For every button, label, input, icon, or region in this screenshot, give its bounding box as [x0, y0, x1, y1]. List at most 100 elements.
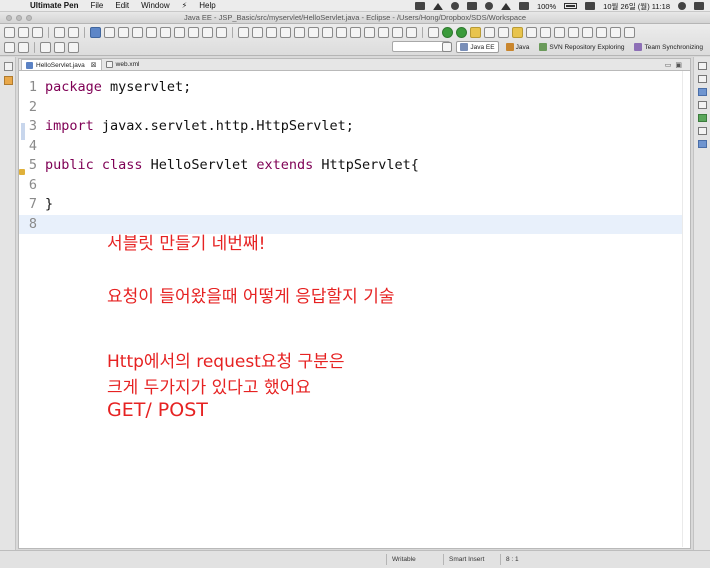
step-over-icon[interactable]: [188, 26, 199, 38]
minimize-maximize-icon[interactable]: ▭▣: [665, 61, 686, 69]
wrap-icon[interactable]: [146, 26, 157, 38]
drop-frame-icon[interactable]: [202, 26, 213, 38]
volume-icon[interactable]: [518, 2, 529, 10]
java-icon: [505, 43, 514, 51]
code-editor[interactable]: 1 package myservlet; 2 3 import javax.serv…: [19, 71, 690, 547]
web-browser-icon[interactable]: [624, 26, 635, 38]
task-list-icon[interactable]: [698, 88, 707, 96]
annotation-icon[interactable]: [554, 26, 565, 38]
run-icon[interactable]: [442, 26, 453, 38]
nav-back-icon[interactable]: [582, 26, 593, 38]
app-menu[interactable]: Ultimate Pen: [30, 1, 78, 10]
flag-icon[interactable]: [585, 2, 596, 10]
new-icon[interactable]: [4, 26, 15, 38]
quick-access-input[interactable]: [392, 41, 450, 52]
open-type-icon[interactable]: [484, 26, 495, 38]
restore-view-icon[interactable]: [4, 62, 13, 71]
skip-icon[interactable]: [160, 26, 171, 38]
battery-icon[interactable]: [564, 3, 578, 9]
battery-percent: 100%: [536, 1, 557, 11]
refresh-icon[interactable]: [364, 26, 375, 38]
menu-edit[interactable]: Edit: [115, 1, 129, 10]
annotation-text: 크게 두가지가 있다고 했어요: [107, 378, 311, 398]
dropbox-icon[interactable]: [414, 2, 425, 10]
tool-icon[interactable]: [280, 26, 291, 38]
pin-editor-icon[interactable]: [610, 26, 621, 38]
back-icon[interactable]: [40, 41, 51, 53]
breakpoints-icon[interactable]: [392, 26, 403, 38]
tab-web-xml[interactable]: web.xml: [102, 59, 144, 70]
format-icon[interactable]: [132, 26, 143, 38]
editor-tabs: HelloServlet.java ⊠ web.xml ▭▣: [19, 59, 690, 71]
tab-hello-servlet[interactable]: HelloServlet.java ⊠: [21, 59, 102, 70]
zoom-window-button[interactable]: [26, 15, 32, 21]
mark-icon[interactable]: [118, 26, 129, 38]
console-icon[interactable]: [698, 127, 707, 135]
toggle-icon[interactable]: [104, 26, 115, 38]
line-number: 4: [28, 137, 37, 154]
perspective-team[interactable]: Team Synchronizing: [631, 42, 706, 52]
menubar-clock[interactable]: 10월 26일 (월) 11:18: [603, 1, 670, 12]
debug-icon[interactable]: [456, 26, 467, 38]
timemachine-icon[interactable]: [450, 2, 459, 10]
nav-forward-icon[interactable]: [596, 26, 607, 38]
perspective-java-ee[interactable]: Java EE: [456, 41, 499, 53]
save-all-icon[interactable]: [32, 26, 43, 38]
perspective-java[interactable]: Java: [503, 42, 533, 52]
profile-icon[interactable]: [322, 26, 333, 38]
notification-center-icon[interactable]: [694, 2, 704, 10]
close-window-button[interactable]: [6, 15, 12, 21]
menu-file[interactable]: File: [90, 1, 103, 10]
history-icon[interactable]: [336, 26, 347, 38]
search-icon[interactable]: [540, 26, 551, 38]
prev-annotation-icon[interactable]: [4, 41, 15, 53]
bluetooth-icon[interactable]: [484, 2, 493, 10]
upload-icon[interactable]: [432, 2, 443, 10]
open-resource-icon[interactable]: [526, 26, 537, 38]
spotlight-icon[interactable]: [678, 2, 686, 10]
debug-tool-icon[interactable]: [238, 26, 249, 38]
step-icon[interactable]: [174, 26, 185, 38]
settings-icon[interactable]: [428, 26, 439, 38]
code-text: javax.servlet.http.HttpServlet;: [93, 118, 354, 134]
perspective-svn[interactable]: SVN Repository Exploring: [536, 42, 627, 52]
line-number: 3: [28, 118, 37, 134]
new-package-icon[interactable]: [512, 26, 523, 38]
data-source-icon[interactable]: [698, 140, 707, 148]
link-icon[interactable]: [252, 26, 263, 38]
print-icon[interactable]: [54, 26, 65, 38]
history-nav-icon[interactable]: [68, 41, 79, 53]
close-tab-icon[interactable]: ⊠: [91, 61, 97, 69]
filter-icon[interactable]: [216, 26, 227, 38]
vertical-scrollbar[interactable]: [682, 71, 690, 547]
palette-icon[interactable]: [698, 101, 707, 109]
window-title: Java EE - JSP_Basic/src/myservlet/HelloS…: [183, 13, 527, 22]
menu-help[interactable]: Help: [199, 1, 215, 10]
restore-view-icon[interactable]: [698, 62, 707, 70]
build-icon[interactable]: [90, 26, 101, 38]
last-edit-icon[interactable]: [568, 26, 579, 38]
external-tools-icon[interactable]: [294, 26, 305, 38]
project-explorer-icon[interactable]: [4, 76, 13, 85]
outline-icon[interactable]: [698, 75, 707, 83]
open-perspective-icon[interactable]: [442, 42, 453, 52]
forward-icon[interactable]: [54, 41, 65, 53]
external-run-icon[interactable]: [470, 26, 481, 38]
next-annotation-icon[interactable]: [18, 41, 29, 53]
coverage-icon[interactable]: [308, 26, 319, 38]
save-icon[interactable]: [18, 26, 29, 38]
sync-icon[interactable]: [406, 26, 417, 38]
server-icon[interactable]: [68, 26, 79, 38]
dropdown-icon[interactable]: [378, 26, 389, 38]
search-tool-icon[interactable]: [350, 26, 361, 38]
open-task-icon[interactable]: [498, 26, 509, 38]
pen-tool-icon[interactable]: ⚡: [182, 1, 188, 10]
code-line: 2: [19, 98, 683, 118]
pin-icon[interactable]: [266, 26, 277, 38]
servers-icon[interactable]: [698, 114, 707, 122]
toolbar-divider: [232, 26, 233, 38]
minimize-window-button[interactable]: [16, 15, 22, 21]
menu-window[interactable]: Window: [141, 1, 169, 10]
wifi-icon[interactable]: [500, 2, 511, 10]
airplay-icon[interactable]: [466, 2, 477, 10]
